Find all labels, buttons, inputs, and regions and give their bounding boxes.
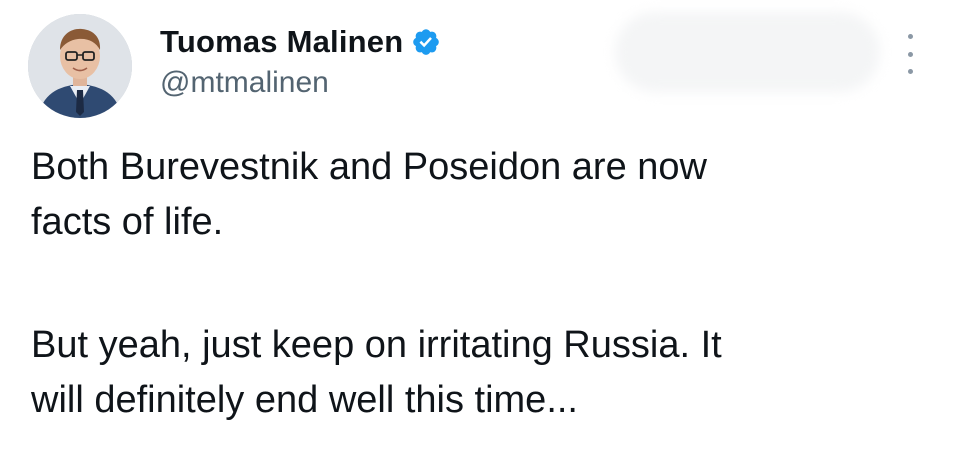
dot (907, 51, 913, 57)
author-display-name[interactable]: Tuomas Malinen (160, 24, 403, 60)
tweet-text-line: But yeah, just keep on irritating Russia… (31, 324, 722, 366)
more-options-icon[interactable] (898, 34, 922, 74)
avatar[interactable] (28, 14, 132, 118)
verified-badge-icon (411, 27, 441, 57)
profile-photo (28, 14, 132, 118)
tweet-text-line: facts of life. (31, 201, 224, 243)
tweet-card: Tuomas Malinen @mtmalinen Both Burevestn… (0, 0, 960, 451)
tweet-text-line: Both Burevestnik and Poseidon are now (31, 146, 707, 188)
author-name-row: Tuomas Malinen (160, 22, 441, 62)
tweet-paragraph-1: Both Burevestnik and Poseidon are now fa… (31, 140, 931, 250)
dot (907, 69, 913, 74)
author-handle[interactable]: @mtmalinen (160, 66, 329, 100)
tweet-paragraph-2: But yeah, just keep on irritating Russia… (31, 318, 931, 428)
tweet-text-line: will definitely end well this time... (31, 379, 578, 421)
dot (907, 34, 913, 39)
blurred-region (615, 12, 880, 92)
